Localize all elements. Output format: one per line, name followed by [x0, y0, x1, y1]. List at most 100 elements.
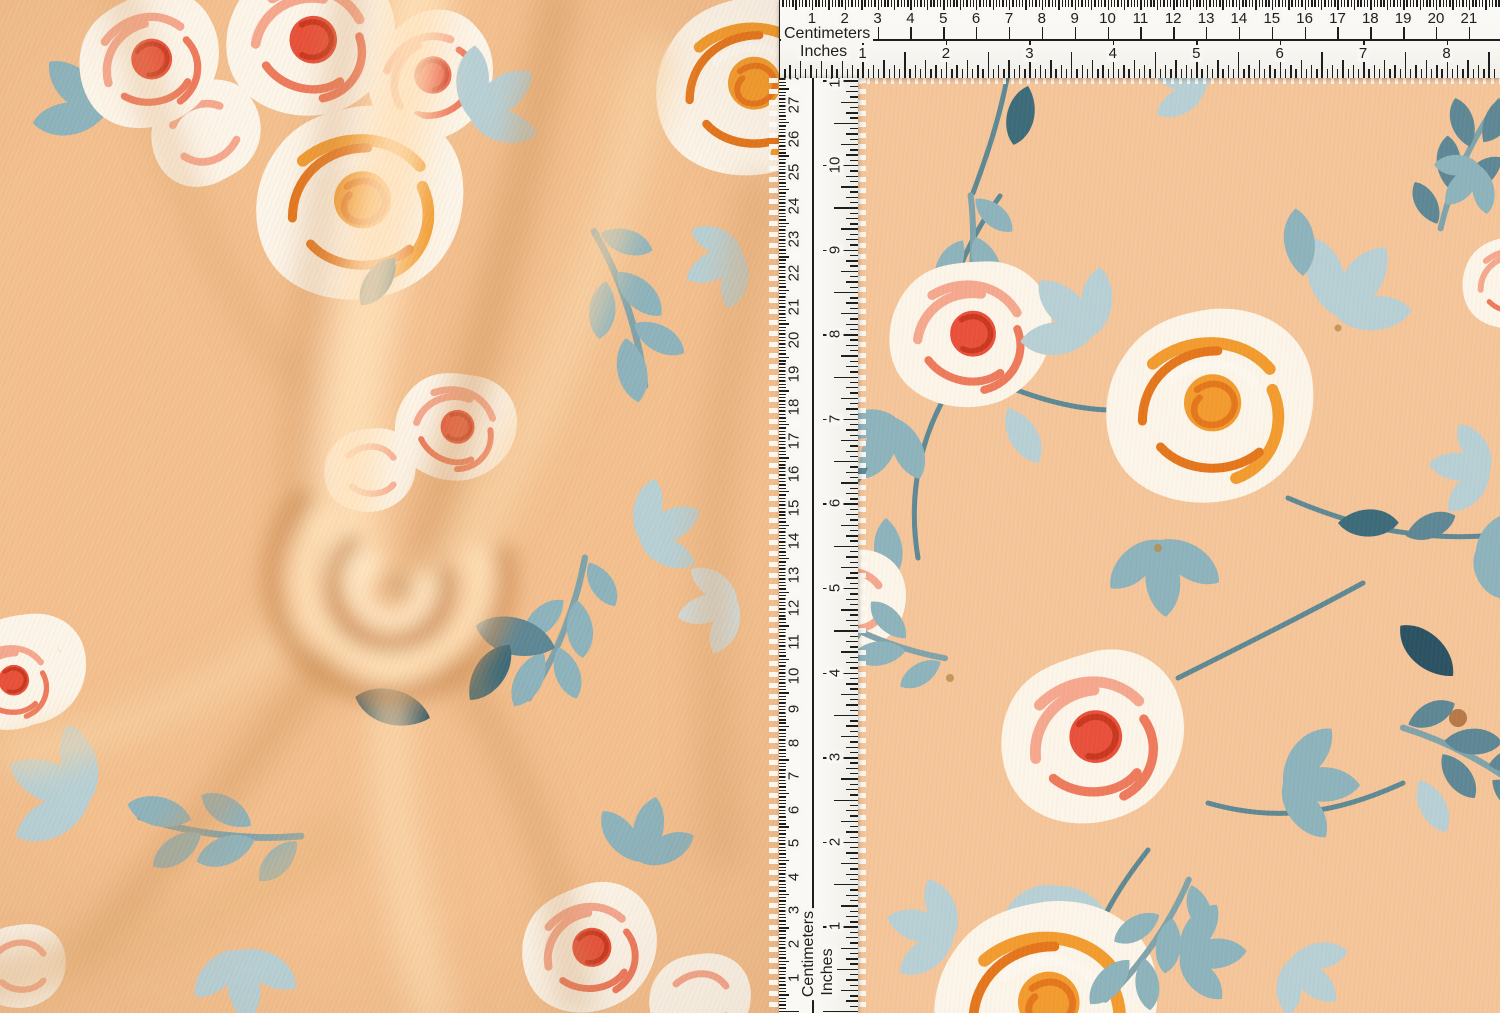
ruler-tick [1459, 0, 1460, 7]
ruler-tick [779, 860, 789, 861]
ruler-tick [779, 192, 786, 193]
ruler-tick [850, 466, 859, 467]
ruler-tick [779, 353, 786, 354]
ruler-tick [779, 253, 786, 254]
ruler-tick [1024, 69, 1025, 78]
ruler-tick [834, 715, 858, 716]
ruler-tick [850, 456, 859, 457]
cm-tick-number: 9 [786, 703, 803, 715]
ruler-tick [779, 525, 789, 526]
ruler-tick [805, 0, 806, 7]
cm-tick-number: 16 [786, 464, 803, 485]
ruler-tick [1127, 0, 1128, 7]
ruler-tick [1229, 0, 1230, 7]
ruler-tick [1163, 0, 1164, 7]
ruler-tick [795, 0, 796, 10]
ruler-tick [1108, 69, 1109, 78]
ruler-tick [1006, 0, 1007, 7]
cm-tick-number: 15 [786, 497, 803, 518]
inch-tick-number: 2 [827, 836, 844, 848]
ruler-tick [779, 783, 786, 784]
ruler-tick [1311, 0, 1312, 7]
ruler-tick [779, 484, 786, 485]
ruler-tick [1191, 69, 1192, 78]
ruler-tick [850, 202, 859, 203]
ruler-tick [1255, 0, 1256, 10]
cm-tick-number: 19 [786, 363, 803, 384]
ruler-tick [850, 392, 859, 393]
ruler-tick [1203, 0, 1204, 7]
ruler-tick [846, 725, 858, 726]
ruler-tick [861, 0, 862, 10]
cm-tick-number: 7 [786, 770, 803, 782]
ruler-tick [802, 0, 803, 7]
ruler-tick [779, 625, 789, 626]
ruler-tick [909, 69, 910, 78]
ruler-tick [786, 0, 787, 7]
ruler-tick [779, 900, 786, 901]
ruler-tick [1367, 0, 1368, 7]
ruler-tick [1055, 0, 1056, 7]
ruler-tick [779, 692, 789, 693]
ruler-tick [1410, 69, 1411, 78]
ruler-tick [850, 657, 859, 658]
ruler-tick [851, 0, 852, 7]
ruler-tick [846, 260, 858, 261]
ruler-tick [850, 107, 859, 108]
ruler-tick [1316, 69, 1317, 78]
ruler-tick [848, 0, 849, 7]
ruler-tick [779, 984, 786, 985]
ruler-tick [1494, 69, 1495, 78]
ruler-tick [779, 327, 786, 328]
ruler-tick [1147, 0, 1148, 7]
ruler-tick [779, 360, 786, 361]
ruler-tick [850, 762, 859, 763]
ruler-tick [850, 646, 859, 647]
ruler-tick [1426, 60, 1427, 79]
ruler-tick [846, 620, 858, 621]
ruler-tick [871, 0, 872, 7]
ruler-tick [1222, 0, 1223, 10]
ruler-tick [1456, 0, 1457, 7]
ruler-tick [1249, 0, 1250, 7]
ruler-tick [1439, 0, 1440, 7]
ruler-tick [894, 0, 895, 10]
ruler-tick [846, 874, 858, 875]
ruler-tick [779, 733, 786, 734]
ruler-tick [998, 65, 999, 78]
ruler-tick [779, 699, 786, 700]
ruler-tick [850, 942, 859, 943]
ruler-tick [779, 820, 786, 821]
ruler-tick [846, 852, 858, 853]
ruler-tick [1397, 0, 1398, 7]
ruler-tick [983, 0, 984, 7]
ruler-tick [1199, 0, 1200, 7]
ruler-tick [1134, 60, 1135, 79]
ruler-tick [1462, 0, 1463, 7]
ruler-tick [779, 521, 786, 522]
cm-tick-number: 20 [1426, 10, 1447, 27]
cm-tick-number: 15 [1261, 10, 1282, 27]
ruler-tick [1406, 0, 1407, 7]
ruler-tick [1045, 69, 1046, 78]
ruler-tick [1209, 0, 1210, 7]
ruler-tick [1088, 0, 1089, 7]
cm-tick-number: 7 [1003, 10, 1015, 27]
ruler-tick [779, 964, 786, 965]
ruler-tick [850, 921, 859, 922]
ruler-tick [846, 937, 858, 938]
ruler-tick [779, 763, 786, 764]
ruler-tick [850, 572, 859, 573]
ruler-tick [868, 69, 869, 78]
ruler-tick [1111, 0, 1112, 7]
ruler-tick [894, 65, 895, 78]
ruler-tick [826, 69, 827, 78]
ruler-tick [779, 223, 789, 224]
ruler-tick [1380, 0, 1381, 7]
ruler-tick [841, 398, 858, 399]
ruler-tick [828, 0, 829, 10]
ruler-tick [993, 0, 994, 10]
ruler-tick [1353, 65, 1354, 78]
cm-scale-label: Centimeters [800, 908, 818, 1000]
inch-tick-number: 5 [827, 582, 844, 594]
